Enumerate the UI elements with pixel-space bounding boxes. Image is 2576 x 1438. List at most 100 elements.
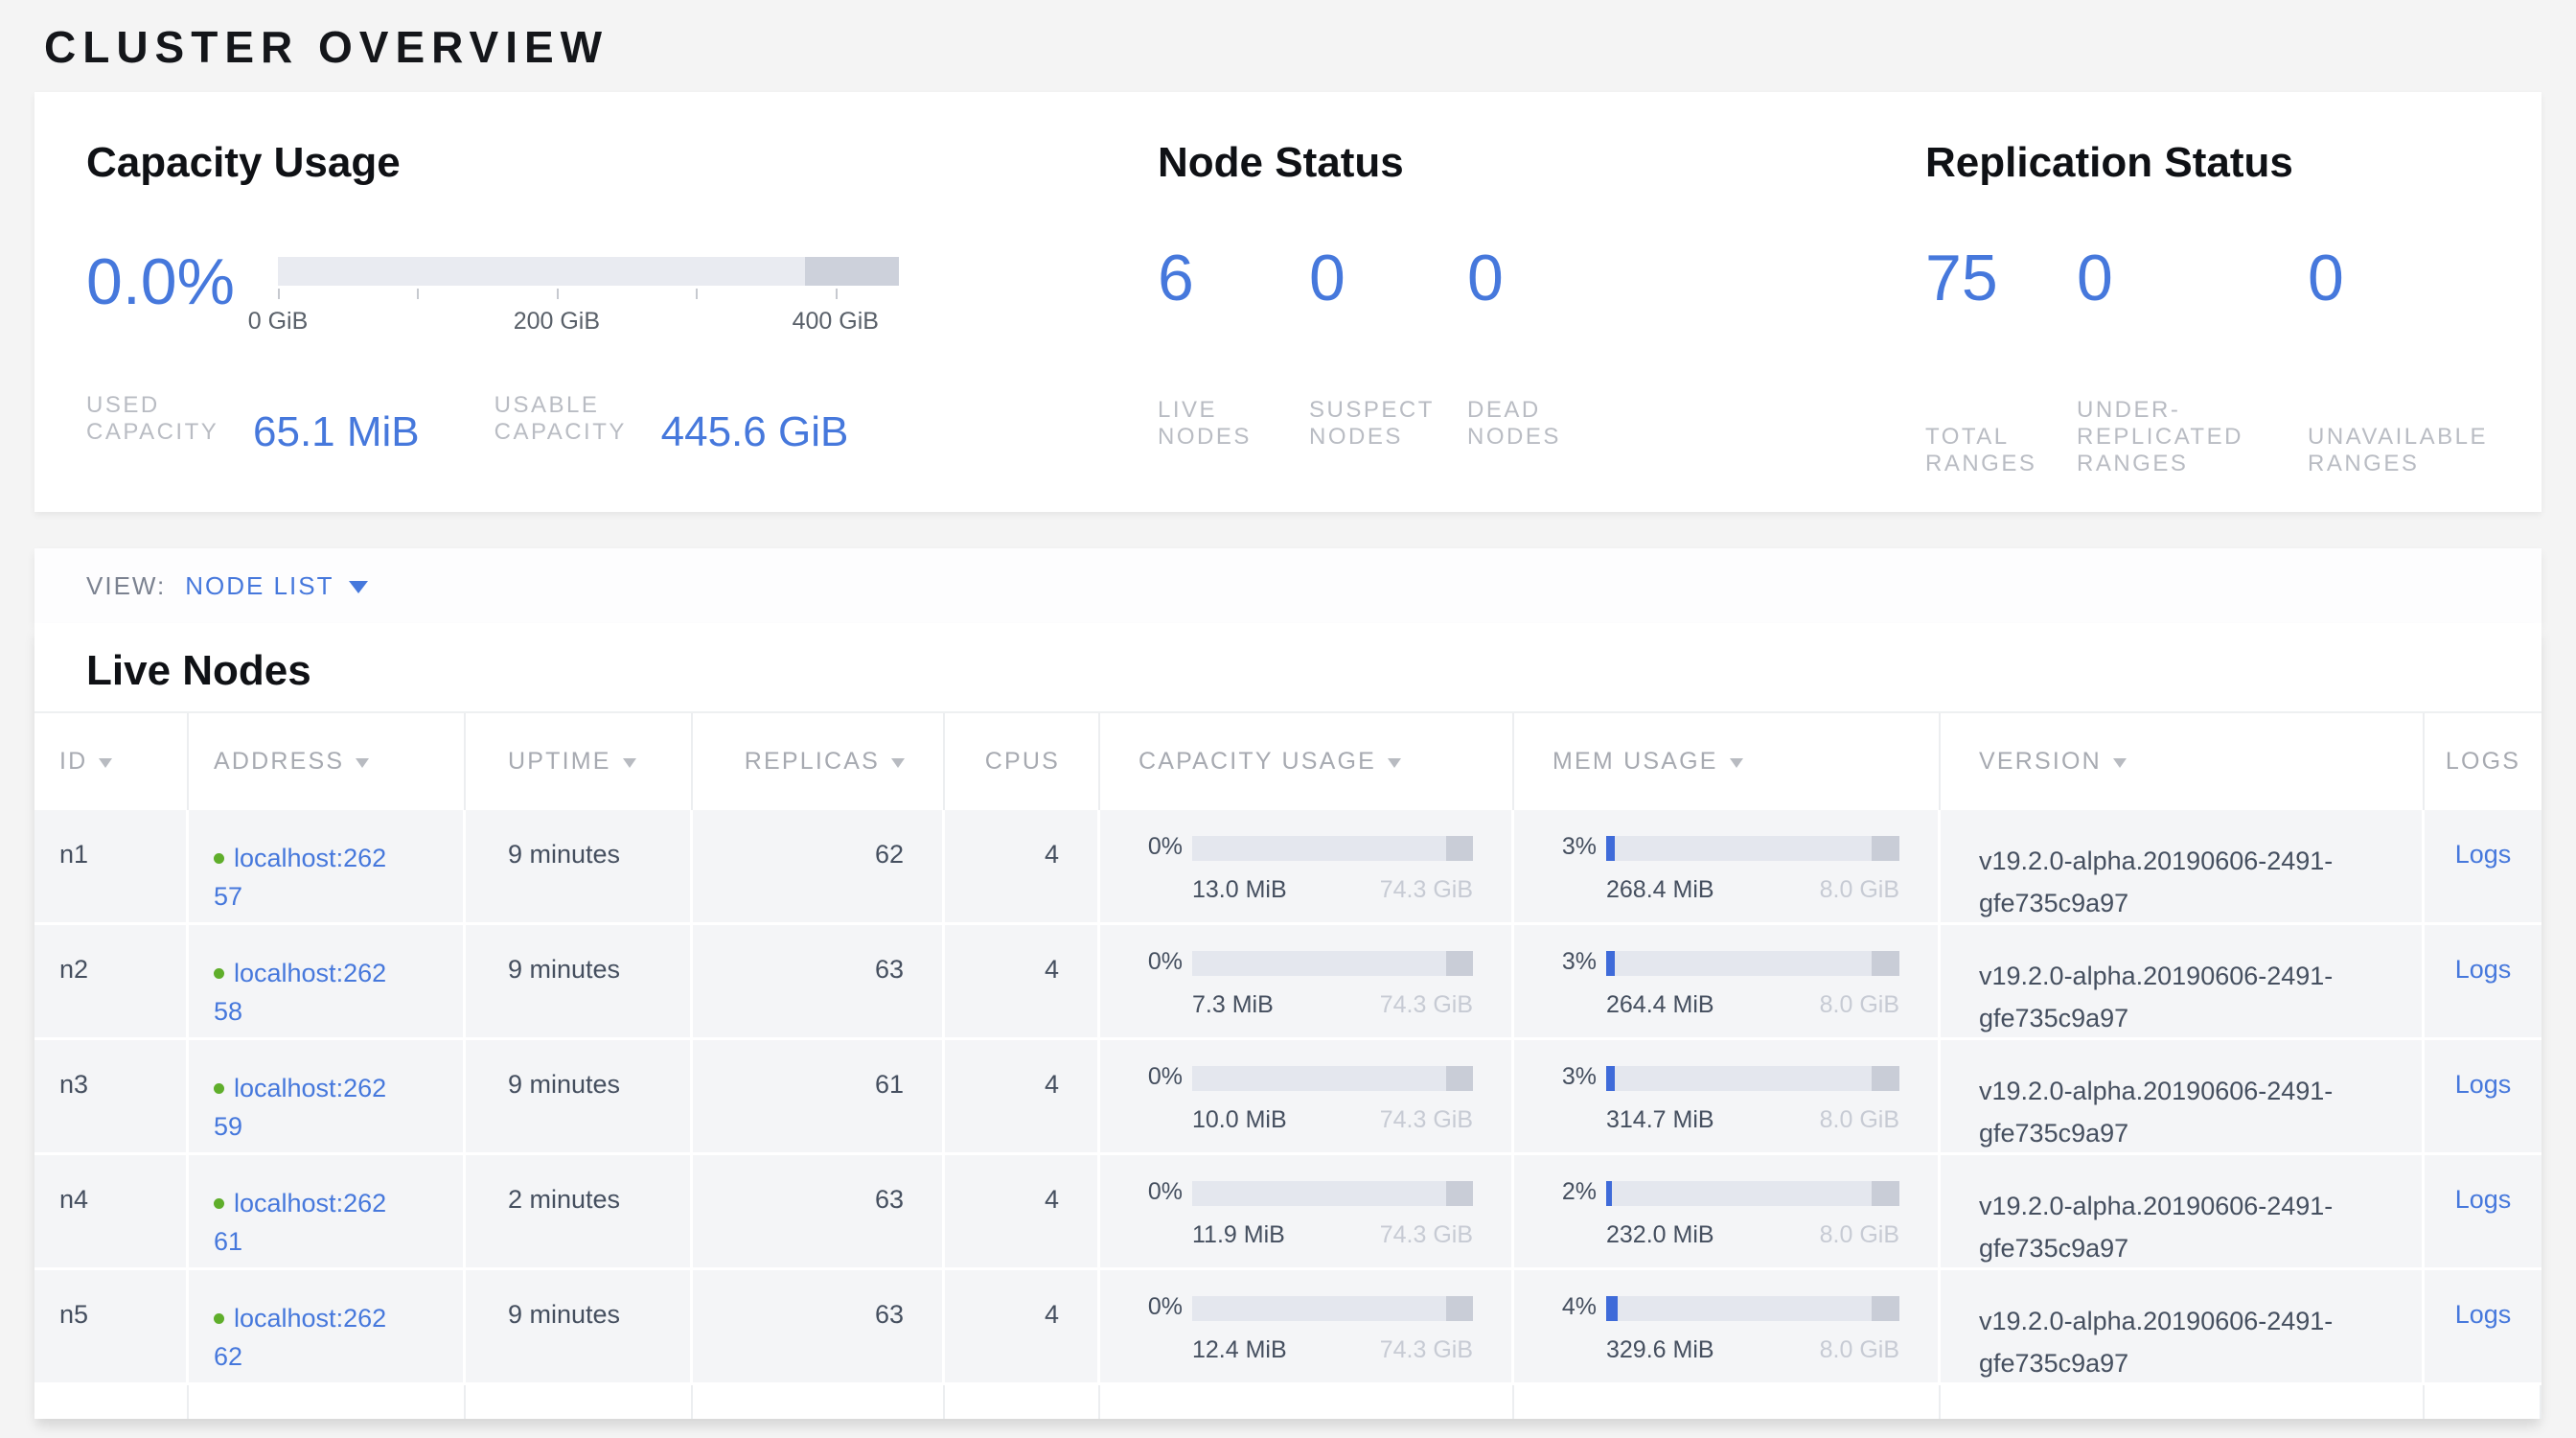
column-header-label: UPTIME [508, 748, 611, 776]
table-row-partial [34, 1385, 2542, 1419]
capacity-gauge-tick-labels: 0 GiB200 GiB400 GiB [278, 308, 899, 336]
column-header-uptime[interactable]: UPTIME [466, 713, 693, 810]
node-status-stat-value-1: 0 [1309, 245, 1467, 311]
capacity-usage-heading: Capacity Usage [86, 140, 1158, 186]
node-replicas-cell: 61 [693, 1040, 945, 1155]
node-logs-link[interactable]: Logs [2455, 955, 2512, 984]
node-uptime-cell: 9 minutes [466, 1040, 693, 1155]
node-status-stat-label-col-1: SUSPECT NODES [1309, 397, 1467, 451]
view-dropdown[interactable]: NODE LIST [185, 571, 368, 601]
node-status-stat-label-2: DEAD NODES [1467, 397, 1621, 451]
mem-total-value: 8.0 GiB [1820, 876, 1899, 904]
usable-capacity-value: 445.6 GiB [661, 411, 849, 453]
usable-capacity-label: USABLE CAPACITY [494, 392, 652, 446]
mem-usage: 3%314.7 MiB8.0 GiB [1552, 1063, 1899, 1134]
live-nodes-card: Live Nodes IDADDRESSUPTIMEREPLICASCPUSCA… [34, 623, 2542, 1419]
mem-usage: 2% 232.0 MiB8.0 GiB [1552, 1178, 1899, 1249]
node-cpus-cell: 4 [945, 1155, 1100, 1270]
axis-tick [557, 289, 559, 299]
empty-cell [189, 1385, 466, 1419]
sort-arrow-icon [356, 758, 369, 768]
capacity-gauge-other-segment [805, 257, 899, 286]
node-id-cell: n1 [34, 810, 189, 925]
mem-usage-labels: 264.4 MiB8.0 GiB [1606, 991, 1899, 1019]
node-address-wrap: localhost:26261 [214, 1184, 396, 1261]
column-header-label: LOGS [2446, 748, 2520, 776]
column-header-label: ADDRESS [214, 748, 344, 776]
node-address-cell: localhost:26258 [189, 925, 466, 1040]
node-status-stat-value-2: 0 [1467, 245, 1504, 311]
capacity-usage-bar-other-segment [1446, 1066, 1473, 1091]
node-logs-link[interactable]: Logs [2455, 1185, 2512, 1214]
mem-usage-bar-row: 3% [1552, 833, 1899, 861]
axis-tick [417, 289, 419, 299]
column-header-logs: LOGS [2425, 713, 2542, 810]
table-row: n2localhost:262589 minutes6340%7.3 MiB74… [34, 925, 2542, 1040]
sort-arrow-icon [2113, 758, 2127, 768]
node-logs-cell: Logs [2425, 1155, 2542, 1270]
node-id-cell: n2 [34, 925, 189, 1040]
node-address-link[interactable]: localhost:26258 [214, 959, 386, 1026]
mem-usage-bar-fill [1606, 951, 1615, 976]
node-id-cell: n5 [34, 1270, 189, 1385]
mem-usage-percent: 3% [1552, 1063, 1597, 1091]
mem-used-value: 232.0 MiB [1606, 1221, 1714, 1249]
axis-tick-label: 200 GiB [514, 308, 600, 336]
column-header-address[interactable]: ADDRESS [189, 713, 466, 810]
column-header-mem-usage[interactable]: MEM USAGE [1514, 713, 1941, 810]
column-header-version[interactable]: VERSION [1941, 713, 2425, 810]
node-capacity-usage-cell: 0%12.4 MiB74.3 GiB [1100, 1270, 1514, 1385]
mem-used-value: 329.6 MiB [1606, 1336, 1714, 1364]
node-id-cell: n4 [34, 1155, 189, 1270]
node-logs-link[interactable]: Logs [2455, 1070, 2512, 1099]
page-title: CLUSTER OVERVIEW [44, 21, 609, 73]
mem-usage-bar-row: 2% [1552, 1178, 1899, 1206]
table-row: n1localhost:262579 minutes6240%13.0 MiB7… [34, 810, 2542, 925]
node-address-link[interactable]: localhost:26259 [214, 1074, 386, 1141]
node-version-cell: v19.2.0-alpha.20190606-2491-gfe735c9a97 [1941, 1270, 2425, 1385]
view-label: VIEW: [86, 571, 166, 601]
table-row: n3localhost:262599 minutes6140%10.0 MiB7… [34, 1040, 2542, 1155]
capacity-usage-labels: 10.0 MiB74.3 GiB [1192, 1106, 1473, 1134]
node-cpus-cell: 4 [945, 925, 1100, 1040]
replication-stat-label-2: UNAVAILABLE RANGES [2308, 424, 2538, 477]
column-header-label: MEM USAGE [1552, 748, 1718, 776]
column-header-id[interactable]: ID [34, 713, 189, 810]
capacity-gauge-chart: 0 GiB200 GiB400 GiB [278, 257, 899, 336]
node-address-wrap: localhost:26258 [214, 954, 396, 1031]
node-replicas-cell: 63 [693, 1155, 945, 1270]
capacity-usage-percent: 0% [1138, 833, 1183, 861]
empty-cell [34, 1385, 189, 1419]
node-address-link[interactable]: localhost:26261 [214, 1189, 386, 1256]
mem-usage-bar [1606, 951, 1899, 976]
mem-usage-bar-row: 4% [1552, 1293, 1899, 1321]
node-capacity-usage-cell: 0%11.9 MiB74.3 GiB [1100, 1155, 1514, 1270]
sort-arrow-icon [1388, 758, 1401, 768]
column-header-label: VERSION [1979, 748, 2102, 776]
capacity-usage-bar [1192, 1066, 1473, 1091]
node-logs-link[interactable]: Logs [2455, 840, 2512, 869]
mem-total-value: 8.0 GiB [1820, 1106, 1899, 1134]
capacity-gauge-ticks [278, 289, 899, 302]
column-header-label: CPUS [985, 748, 1060, 776]
node-status-stat-label-1: SUSPECT NODES [1309, 397, 1466, 451]
node-logs-link[interactable]: Logs [2455, 1300, 2512, 1329]
mem-usage-percent: 4% [1552, 1293, 1597, 1321]
mem-usage-bar-other-segment [1872, 951, 1899, 976]
column-header-replicas[interactable]: REPLICAS [693, 713, 945, 810]
node-address-link[interactable]: localhost:26262 [214, 1304, 386, 1371]
capacity-usage: 0%11.9 MiB74.3 GiB [1138, 1178, 1473, 1249]
node-address-cell: localhost:26261 [189, 1155, 466, 1270]
node-version-cell: v19.2.0-alpha.20190606-2491-gfe735c9a97 [1941, 1155, 2425, 1270]
mem-usage-percent: 2% [1552, 1178, 1597, 1206]
node-mem-usage-cell: 2% 232.0 MiB8.0 GiB [1514, 1155, 1941, 1270]
used-capacity-label: USED CAPACITY [86, 392, 243, 446]
mem-usage-labels: 232.0 MiB8.0 GiB [1606, 1221, 1899, 1249]
node-status-stat-label-0: LIVE NODES [1158, 397, 1309, 451]
mem-usage: 4%329.6 MiB8.0 GiB [1552, 1293, 1899, 1364]
capacity-usage-percent: 0% [1138, 948, 1183, 976]
column-header-capacity-usage[interactable]: CAPACITY USAGE [1100, 713, 1514, 810]
node-live-status-icon [214, 853, 224, 864]
node-address-link[interactable]: localhost:26257 [214, 844, 386, 911]
node-live-status-icon [214, 968, 224, 979]
